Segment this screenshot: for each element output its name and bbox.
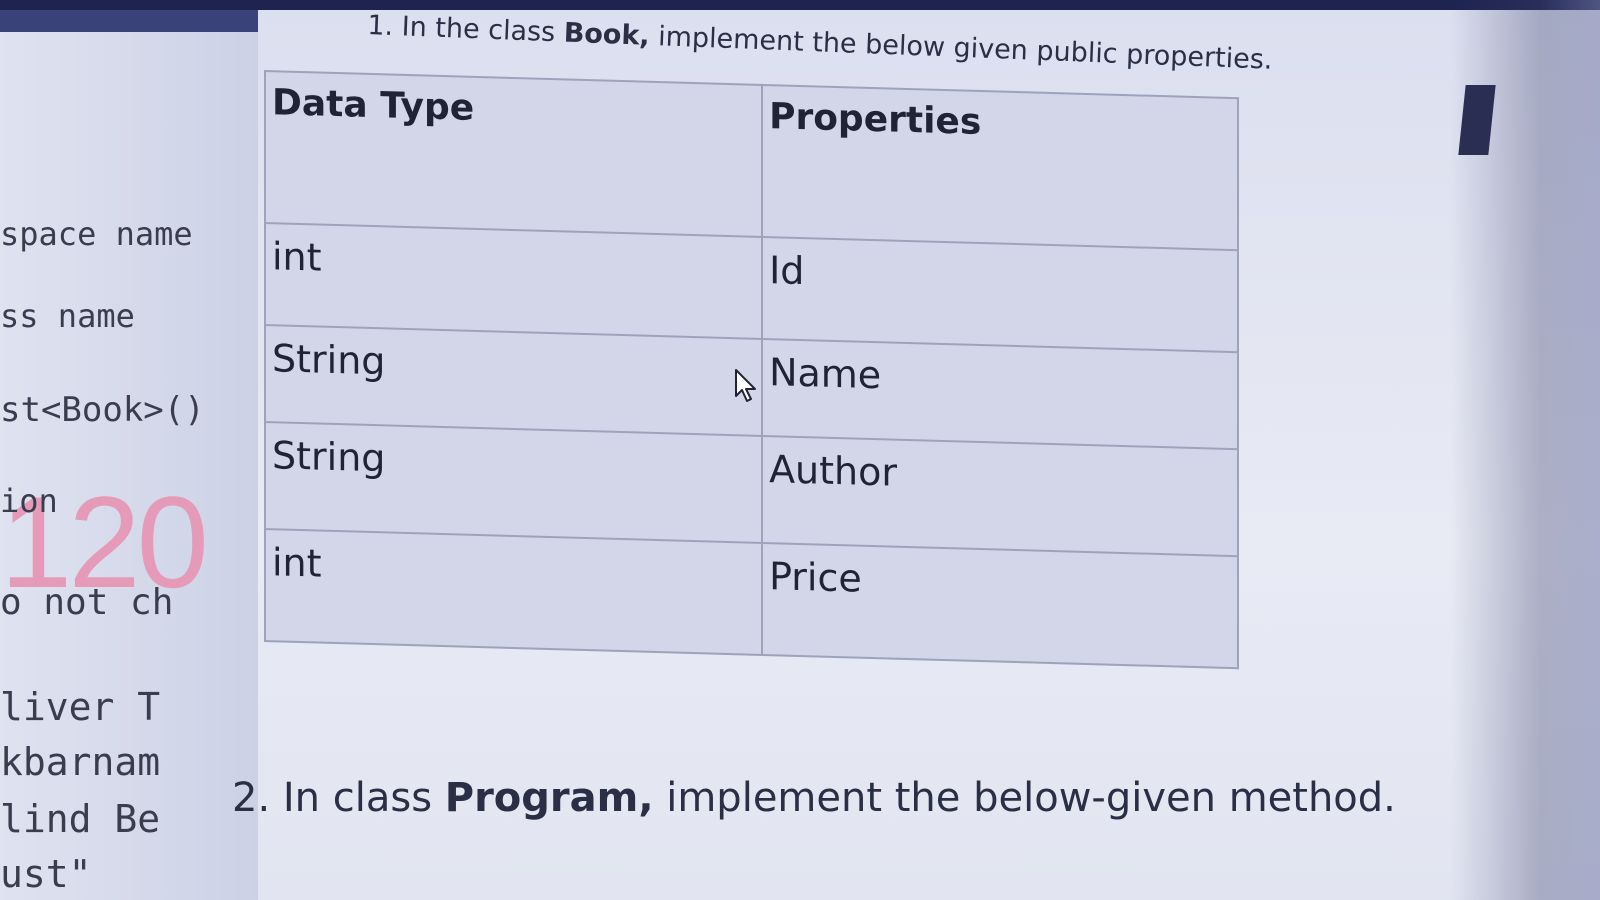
code-line-akbarnam: kbarnam [0, 740, 161, 784]
header-properties: Properties [762, 84, 1238, 251]
task-2-prefix: 2. In class [232, 775, 445, 821]
cell-property: Name [762, 338, 1238, 450]
document-pane[interactable]: 1. In the class Book, implement the belo… [232, 10, 1600, 900]
task-1-class-name: Book, [563, 17, 651, 52]
table-header-row: Data Type Properties [265, 71, 1238, 251]
header-data-type: Data Type [265, 71, 763, 237]
code-line-ion: ion [0, 482, 58, 520]
cell-property: Id [762, 236, 1238, 353]
code-line-list: st<Book>() [0, 390, 205, 430]
cell-data-type: String [265, 422, 763, 543]
window-top-bar [0, 0, 1600, 10]
mouse-pointer-icon [735, 369, 756, 402]
cell-property: Author [762, 435, 1238, 557]
cell-property: Price [762, 542, 1238, 669]
code-line-class: ss name [0, 297, 135, 335]
code-line-comment: o not ch [0, 582, 174, 623]
task-1-prefix: 1. In the class [366, 10, 565, 49]
code-line-namespace: space name [0, 215, 193, 253]
code-editor-pane[interactable]: space name ss name st<Book>() 120 ion o … [0, 32, 259, 900]
cell-data-type: String [265, 325, 763, 436]
task-2-heading: 2. In class Program, implement the below… [232, 775, 1396, 821]
task-2-class-name: Program, [444, 775, 654, 821]
task-2-suffix: implement the below-given method. [653, 775, 1396, 821]
code-line-oliver: liver T [0, 685, 161, 729]
cell-data-type: int [265, 529, 763, 655]
task-1-suffix: implement the below given public propert… [649, 20, 1274, 76]
code-line-ust: ust" [0, 852, 92, 896]
task-1-heading: 1. In the class Book, implement the belo… [367, 10, 1273, 76]
code-line-blind: lind Be [0, 797, 161, 841]
cell-data-type: int [265, 223, 763, 339]
